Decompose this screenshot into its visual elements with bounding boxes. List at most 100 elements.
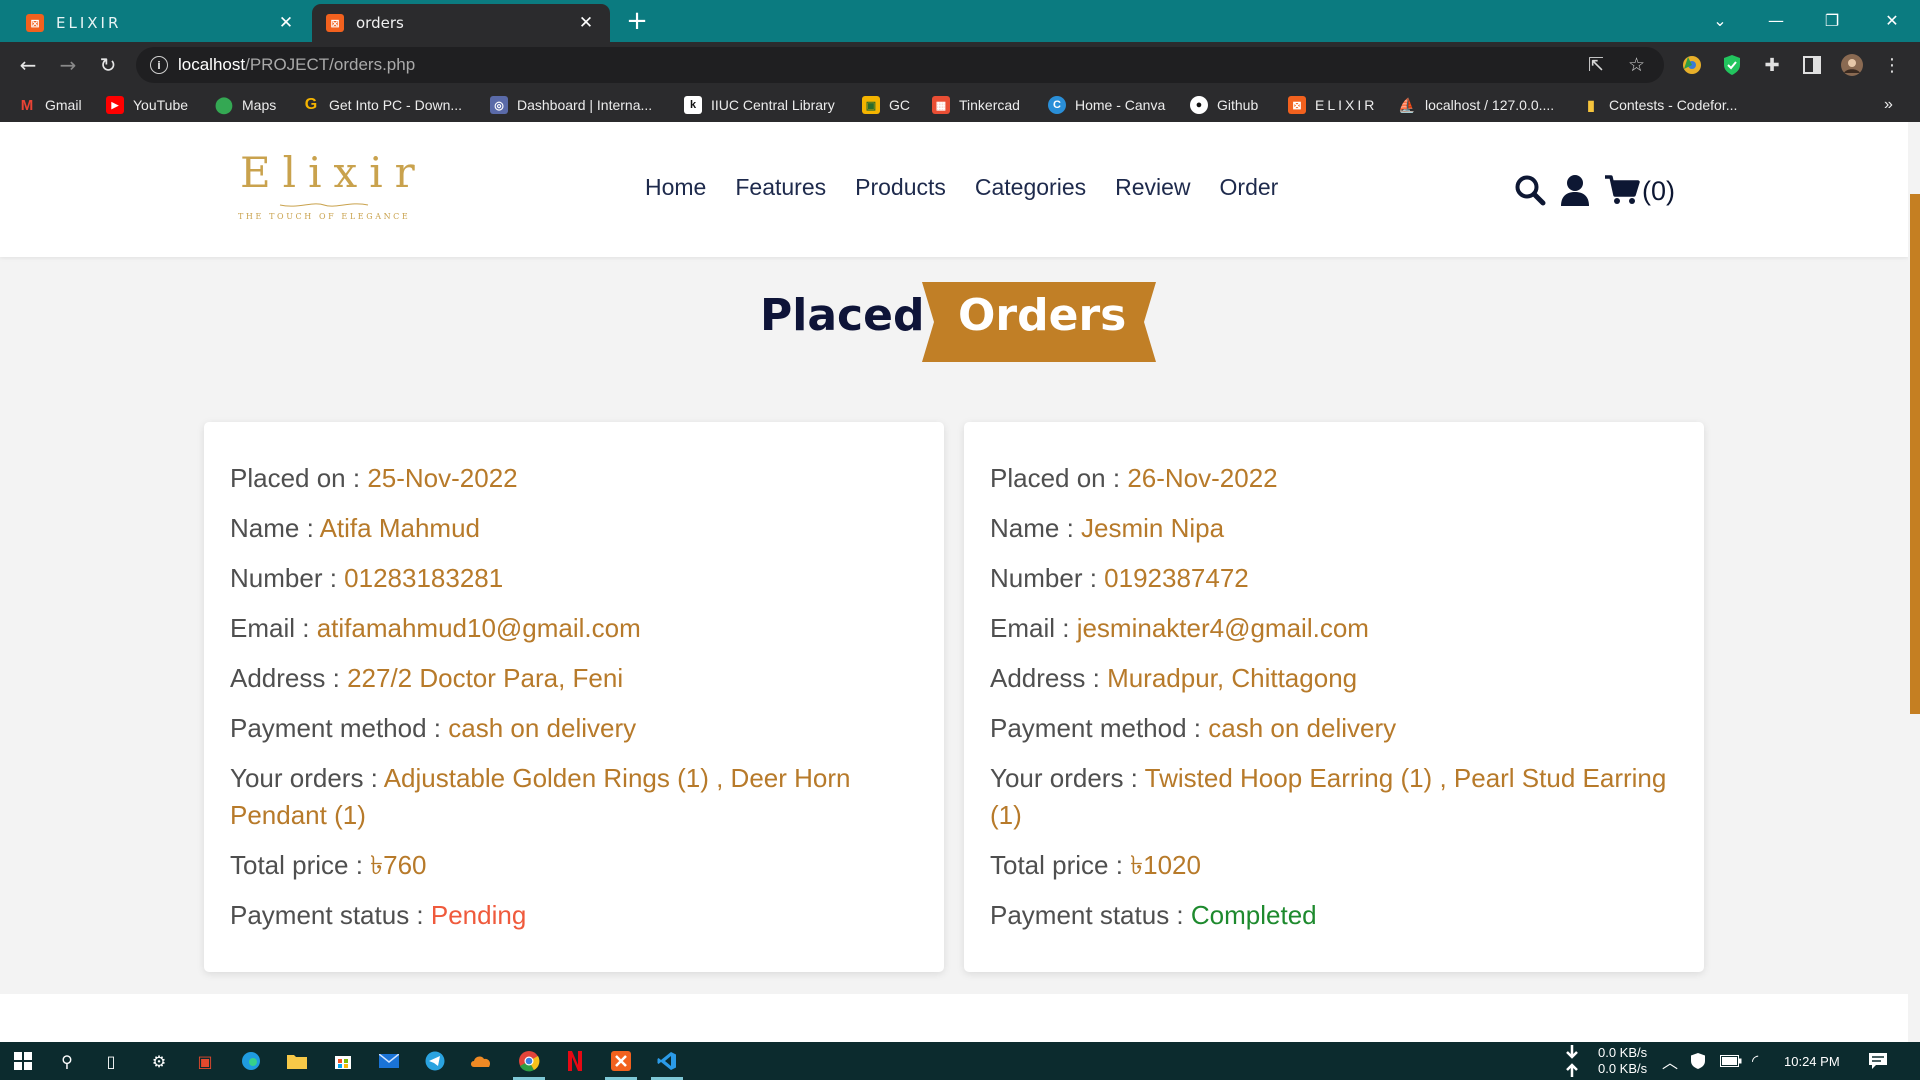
windows-taskbar: ⚲ ▯ ⚙ ▣ 0.0 KB/s 0.0 KB/s ︿ ◜ 10:24 PM	[0, 1042, 1920, 1080]
mail-icon[interactable]	[376, 1049, 402, 1073]
total-price-value: ৳760	[370, 850, 427, 880]
tab-title: ELIXIR	[56, 14, 122, 32]
bookmark-canva[interactable]: C Home - Canva	[1048, 94, 1165, 116]
xampp-icon: ⊠	[1288, 96, 1306, 114]
page-scrollbar-thumb[interactable]	[1910, 194, 1920, 714]
logo-wordmark: Elixir	[240, 148, 427, 197]
nav-home[interactable]: Home	[645, 174, 706, 201]
github-icon: ●	[1190, 96, 1208, 114]
wifi-icon[interactable]: ◜	[1752, 1042, 1758, 1080]
bookmarks-bar: M Gmail ▶ YouTube ⬤ Maps G Get Into PC - Dow…	[0, 88, 1920, 122]
bookmark-star-icon[interactable]: ☆	[1628, 54, 1645, 76]
profile-avatar-icon[interactable]	[1840, 53, 1864, 77]
cart-icon[interactable]	[1604, 174, 1640, 210]
settings-gear-icon[interactable]: ⚙	[146, 1049, 172, 1073]
bookmark-gmail[interactable]: M Gmail	[18, 94, 82, 116]
logo-ornament-icon	[279, 203, 369, 207]
bookmark-iiuc-library[interactable]: k IIUC Central Library	[684, 94, 835, 116]
security-shield-icon[interactable]	[1690, 1042, 1706, 1080]
bookmark-getintopc[interactable]: G Get Into PC - Down...	[302, 94, 462, 116]
cart-count[interactable]: (0)	[1642, 176, 1675, 207]
extensions-puzzle-icon[interactable]: ✚	[1760, 53, 1784, 77]
address-value: Muradpur, Chittagong	[1107, 663, 1358, 693]
email-value: jesminakter4@gmail.com	[1076, 613, 1369, 643]
side-panel-icon[interactable]	[1800, 53, 1824, 77]
clock-time[interactable]: 10:24 PM	[1784, 1042, 1840, 1080]
window-close-button[interactable]: ✕	[1866, 0, 1918, 40]
nav-categories[interactable]: Categories	[975, 174, 1086, 201]
nav-products[interactable]: Products	[855, 174, 946, 201]
site-logo[interactable]: Elixir THE TOUCH OF ELEGANCE	[238, 148, 415, 234]
minimize-button[interactable]: —	[1750, 0, 1802, 40]
task-view-icon[interactable]: ▯	[98, 1049, 124, 1073]
telegram-icon[interactable]	[422, 1049, 448, 1073]
tab-elixir[interactable]: ⊠ ELIXIR ✕	[12, 4, 310, 42]
close-icon[interactable]: ✕	[576, 13, 596, 33]
new-tab-button[interactable]: +	[622, 6, 652, 36]
xampp-icon[interactable]	[605, 1049, 637, 1080]
site-info-icon[interactable]: i	[150, 56, 168, 74]
number-row: Number : 0192387472	[990, 563, 1249, 593]
name-value: Atifa Mahmud	[319, 513, 480, 543]
placed-on-row: Placed on : 26-Nov-2022	[990, 463, 1278, 493]
shield-extension-icon[interactable]	[1720, 53, 1744, 77]
show-hidden-icons-chevron-icon[interactable]: ︿	[1662, 1042, 1678, 1080]
back-button[interactable]: ←	[14, 51, 42, 79]
menu-kebab-icon[interactable]: ⋮	[1880, 53, 1904, 77]
bookmark-elixir[interactable]: ⊠ ELIXIR	[1288, 94, 1377, 116]
vscode-icon[interactable]	[651, 1049, 683, 1080]
battery-icon[interactable]	[1720, 1042, 1742, 1080]
more-bookmarks-icon[interactable]: »	[1884, 94, 1893, 116]
search-icon[interactable]: ⚲	[54, 1049, 80, 1073]
user-icon[interactable]	[1560, 174, 1590, 210]
cloud-app-icon[interactable]	[468, 1049, 494, 1073]
nav-order[interactable]: Order	[1220, 174, 1279, 201]
search-icon[interactable]	[1514, 174, 1546, 210]
payment-method-value: cash on delivery	[448, 713, 637, 743]
xampp-icon: ⊠	[326, 14, 344, 32]
chrome-icon[interactable]	[513, 1049, 545, 1080]
tab-orders[interactable]: ⊠ orders ✕	[312, 4, 610, 42]
nav-review[interactable]: Review	[1115, 174, 1190, 201]
bookmark-github[interactable]: ● Github	[1190, 94, 1258, 116]
bookmark-dashboard[interactable]: ◎ Dashboard | Interna...	[490, 94, 652, 116]
forward-button[interactable]: →	[54, 51, 82, 79]
maps-icon: ⬤	[215, 97, 233, 114]
name-value: Jesmin Nipa	[1081, 513, 1225, 543]
edge-icon[interactable]	[238, 1049, 264, 1073]
extension-chrome-icon[interactable]	[1680, 53, 1704, 77]
bookmark-tinkercad[interactable]: ▦ Tinkercad	[932, 94, 1020, 116]
bookmark-youtube[interactable]: ▶ YouTube	[106, 94, 188, 116]
placed-on-row: Placed on : 25-Nov-2022	[230, 463, 518, 493]
start-windows-icon[interactable]	[10, 1049, 36, 1073]
bookmark-phpmyadmin[interactable]: ⛵ localhost / 127.0.0....	[1398, 94, 1554, 116]
bookmark-gc[interactable]: ▣ GC	[862, 94, 910, 116]
url-text[interactable]: localhost/PROJECT/orders.php	[178, 55, 415, 75]
payment-method-row: Payment method : cash on delivery	[230, 713, 637, 743]
file-explorer-icon[interactable]	[284, 1049, 310, 1073]
restore-button[interactable]: ❐	[1806, 0, 1858, 40]
close-icon[interactable]: ✕	[276, 13, 296, 33]
placed-on-value: 26-Nov-2022	[1127, 463, 1278, 493]
number-value: 0192387472	[1104, 563, 1249, 593]
share-icon[interactable]: ⇱	[1588, 54, 1604, 76]
netflix-icon[interactable]	[562, 1049, 588, 1073]
total-price-row: Total price : ৳1020	[990, 850, 1201, 880]
bookmark-maps[interactable]: ⬤ Maps	[215, 94, 276, 116]
reload-button[interactable]: ↻	[94, 51, 122, 79]
address-bar[interactable]: i localhost/PROJECT/orders.php ⇱ ☆	[136, 47, 1664, 83]
nav-features[interactable]: Features	[735, 174, 826, 201]
total-price-value: ৳1020	[1130, 850, 1201, 880]
order-card: Placed on : 26-Nov-2022 Name : Jesmin Ni…	[964, 422, 1704, 972]
number-row: Number : 01283183281	[230, 563, 504, 593]
canva-icon: C	[1048, 96, 1066, 114]
name-row: Name : Atifa Mahmud	[230, 513, 480, 543]
name-row: Name : Jesmin Nipa	[990, 513, 1225, 543]
microsoft-store-icon[interactable]	[330, 1049, 356, 1073]
browser-tabstrip: ⊠ ELIXIR ✕ ⊠ orders ✕ + ⌄ — ❐ ✕	[0, 0, 1920, 42]
tab-search-icon[interactable]: ⌄	[1694, 0, 1746, 40]
payment-status-value: Completed	[1190, 900, 1317, 930]
bookmark-codeforces[interactable]: ▮ Contests - Codefor...	[1582, 94, 1737, 116]
office-icon[interactable]: ▣	[192, 1049, 218, 1073]
notifications-icon[interactable]	[1868, 1042, 1888, 1080]
